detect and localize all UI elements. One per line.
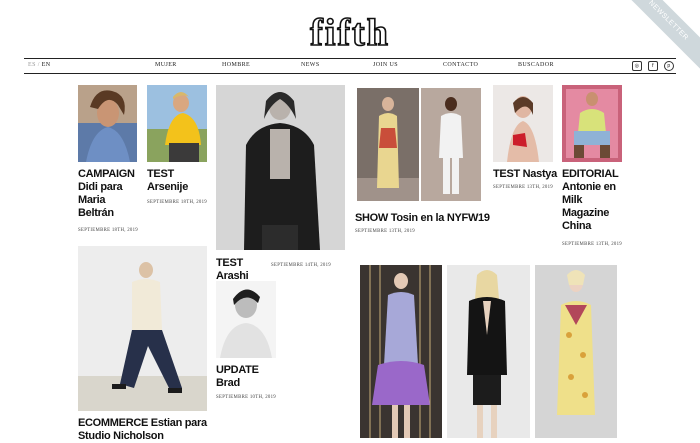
post-title-line: Beltrán — [78, 207, 114, 219]
post-image-editorial-antonie[interactable] — [562, 85, 622, 162]
post-title-line: Didi para — [78, 181, 123, 193]
post-title[interactable]: EDITORIAL Antonie en Milk Magazine China — [562, 168, 632, 233]
post-title[interactable]: SHOW Tosin en la NYFW19 — [355, 212, 495, 225]
lang-es[interactable]: ES — [28, 62, 36, 68]
post-image-show-tosin-right[interactable] — [421, 88, 481, 201]
post-image-runway-2[interactable] — [447, 265, 530, 438]
post-date: SEPTIEMBRE 10TH, 2019 — [216, 395, 276, 400]
post-title-line: Antonie en — [562, 181, 616, 193]
post-date: SEPTIEMBRE 14TH, 2019 — [271, 263, 331, 268]
post-title-line: Milk — [562, 194, 583, 206]
nav-mujer[interactable]: MUJER — [155, 62, 177, 68]
post-title[interactable]: TEST Arashi — [216, 257, 276, 283]
post-title-line: EDITORIAL — [562, 168, 619, 180]
post-title[interactable]: TEST Arsenije — [147, 168, 209, 194]
fifth-logo[interactable]: fifth — [266, 17, 434, 51]
post-title-line: Studio Nicholson — [78, 430, 164, 442]
post-title-line: ECOMMERCE Estian para — [78, 417, 207, 429]
nav-news[interactable]: NEWS — [301, 62, 320, 68]
instagram-icon[interactable]: ◎ — [632, 61, 642, 71]
post-title[interactable]: UPDATE Brad — [216, 364, 276, 390]
facebook-icon[interactable]: f — [648, 61, 658, 71]
lang-en[interactable]: EN — [42, 62, 51, 68]
post-image-runway-1[interactable] — [360, 265, 442, 438]
post-title-line: UPDATE — [216, 364, 259, 376]
nav-buscador[interactable]: BUSCADOR — [518, 62, 554, 68]
post-title-line: Arsenije — [147, 181, 189, 193]
logo-text: fifth — [310, 17, 390, 51]
post-title[interactable]: CAMPAIGN Didi para Maria Beltrán — [78, 168, 148, 220]
nav-hombre[interactable]: HOMBRE — [222, 62, 250, 68]
post-image-runway-3[interactable] — [535, 265, 617, 438]
post-image-test-arsenije[interactable] — [147, 85, 207, 162]
nav-contacto[interactable]: CONTACTO — [443, 62, 478, 68]
post-title-line: CAMPAIGN — [78, 168, 135, 180]
post-image-test-arashi[interactable] — [216, 85, 345, 250]
post-title-line: TEST — [147, 168, 174, 180]
post-date: SEPTIEMBRE 13TH, 2019 — [355, 229, 415, 234]
post-date: SEPTIEMBRE 18TH, 2019 — [78, 228, 138, 233]
post-date: SEPTIEMBRE 13TH, 2019 — [562, 242, 622, 247]
main-nav: ES / EN MUJER HOMBRE NEWS JOIN US CONTAC… — [24, 58, 676, 74]
post-title[interactable]: ECOMMERCE Estian para Studio Nicholson — [78, 417, 278, 443]
pinterest-icon[interactable]: p — [664, 61, 674, 71]
post-title-line: Maria — [78, 194, 106, 206]
post-image-show-tosin-left[interactable] — [357, 88, 419, 201]
language-switch: ES / EN — [28, 62, 51, 68]
post-date: SEPTIEMBRE 18TH, 2019 — [147, 200, 207, 205]
post-image-update-brad[interactable] — [216, 281, 276, 358]
post-title-line: China — [562, 220, 592, 232]
post-image-campaign-didi[interactable] — [78, 85, 137, 162]
post-title-line: Brad — [216, 377, 240, 389]
post-title[interactable]: TEST Nastya — [493, 168, 557, 181]
post-image-ecommerce-estian[interactable] — [78, 246, 207, 411]
post-title-line: Magazine — [562, 207, 610, 219]
lang-separator: / — [37, 62, 40, 68]
post-image-test-nastya[interactable] — [493, 85, 553, 162]
nav-join-us[interactable]: JOIN US — [373, 62, 398, 68]
post-date: SEPTIEMBRE 13TH, 2019 — [493, 185, 553, 190]
